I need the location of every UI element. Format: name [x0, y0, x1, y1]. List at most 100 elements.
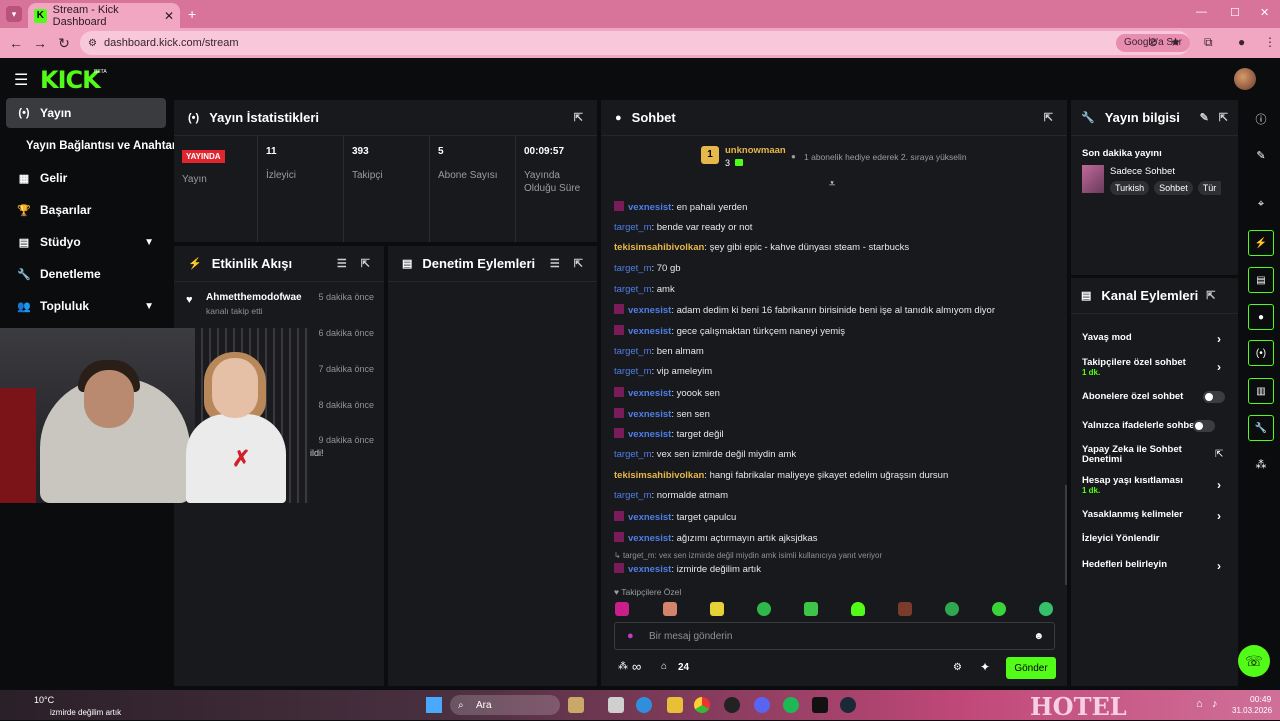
chrome-icon[interactable] [694, 697, 710, 713]
sidebar-item-studyo[interactable]: ▤ Stüdyo ▼ [6, 227, 166, 257]
filter-icon[interactable]: ☰ [550, 257, 560, 270]
clock-date[interactable]: 31.03.2026 [1232, 706, 1272, 715]
emote-icon[interactable] [1039, 602, 1053, 616]
action-account-age[interactable]: Hesap yaşı kısıtlaması 1 dk. › [1082, 475, 1227, 495]
spotify-icon[interactable] [783, 697, 799, 713]
minimize-button[interactable]: — [1196, 6, 1207, 18]
chat-user[interactable]: vexnesist [628, 202, 671, 213]
chat-user[interactable]: vexnesist [628, 388, 671, 399]
chat-user[interactable]: target_m [614, 449, 652, 460]
chat-user[interactable]: target_m [614, 366, 652, 377]
chat-user[interactable]: vexnesist [628, 512, 671, 523]
chat-user[interactable]: vexnesist [628, 305, 671, 316]
chat-message-input[interactable]: ● Bir mesaj gönderin ☻ [614, 622, 1055, 650]
filter-icon[interactable]: ☰ [337, 257, 347, 270]
emote-icon[interactable] [615, 602, 629, 616]
stream-info-rail-button[interactable]: 🔧 [1248, 415, 1274, 441]
more-apps-icon[interactable]: ⁂ [1248, 458, 1274, 471]
moderation-rail-button[interactable]: ▤ [1248, 267, 1274, 293]
bookmark-star-icon[interactable]: ★ [1170, 35, 1181, 49]
sidebar-item-gelir[interactable]: ▦ Gelir [6, 163, 166, 193]
support-chat-button[interactable]: ☏ [1238, 645, 1270, 677]
chat-scrollbar[interactable] [1065, 485, 1067, 585]
sidebar-item-basarilar[interactable]: 🏆 Başarılar [6, 195, 166, 225]
profile-icon[interactable]: ● [1238, 35, 1245, 49]
toggle-switch[interactable] [1193, 420, 1215, 432]
edit-pencil-icon[interactable]: ✎ [1200, 111, 1209, 124]
popout-icon[interactable]: ⇱ [1206, 289, 1215, 302]
chat-user[interactable]: tekisimsahibivolkan [614, 242, 704, 253]
sidebar-item-yayin[interactable]: (•) Yayın [6, 98, 166, 128]
chat-user[interactable]: vexnesist [628, 409, 671, 420]
settings-gear-icon[interactable]: ⚙ [953, 662, 962, 673]
github-icon[interactable] [724, 697, 740, 713]
chat-user[interactable]: target_m [614, 346, 652, 357]
windows-start-icon[interactable] [426, 697, 442, 713]
eye-off-icon[interactable]: ⊘ [1148, 35, 1158, 49]
volume-icon[interactable]: ♪ [1212, 698, 1218, 710]
emote-icon[interactable] [663, 602, 677, 616]
emoji-icon[interactable]: ☻ [1033, 631, 1044, 642]
sidebar-item-stream-key[interactable]: Yayın Bağlantısı ve Anahtarı [26, 131, 186, 161]
window-close-button[interactable]: ✕ [1260, 6, 1269, 19]
collapse-pinned-icon[interactable]: ⩡ [829, 178, 835, 191]
chat-user[interactable]: tekisimsahibivolkan [614, 470, 704, 481]
tab-list-button[interactable]: ▾ [6, 6, 22, 22]
chat-user[interactable]: target_m [614, 284, 652, 295]
chat-user[interactable]: target_m [614, 490, 652, 501]
action-goals[interactable]: Hedefleri belirleyin › [1082, 559, 1227, 573]
action-followers-only[interactable]: Takipçilere özel sohbet 1 dk. › [1082, 357, 1227, 377]
app-icon[interactable] [568, 697, 584, 713]
popout-icon[interactable]: ⇱ [361, 257, 370, 270]
emote-icon[interactable] [710, 602, 724, 616]
action-subscribers-only[interactable]: Abonelere özel sohbet [1082, 391, 1227, 403]
emote-icon[interactable] [851, 602, 865, 616]
weather-temp[interactable]: 10°C [34, 695, 54, 705]
discord-icon[interactable] [754, 697, 770, 713]
forward-arrow-icon[interactable]: → [28, 35, 52, 51]
user-avatar[interactable] [1234, 68, 1256, 90]
hamburger-menu-icon[interactable]: ☰ [14, 70, 28, 90]
popout-icon[interactable]: ⇱ [574, 111, 583, 124]
pinned-user[interactable]: unknowmaan [725, 145, 786, 156]
explorer-icon[interactable] [667, 697, 683, 713]
focus-icon[interactable]: ⌖ [1248, 198, 1274, 211]
kick-logo[interactable]: KICK [40, 66, 101, 94]
send-button[interactable]: Gönder [1006, 657, 1056, 679]
users-icon[interactable]: ⁂ [618, 661, 628, 672]
toggle-switch[interactable] [1203, 391, 1225, 403]
emote-icon[interactable] [898, 602, 912, 616]
emote-icon[interactable] [992, 602, 1006, 616]
microphone-icon[interactable]: ● [627, 630, 634, 642]
popout-icon[interactable]: ⇱ [1219, 111, 1228, 124]
reload-icon[interactable]: ↻ [52, 35, 76, 52]
edge-icon[interactable] [636, 697, 652, 713]
network-icon[interactable]: ⌂ [1196, 698, 1203, 710]
chat-user[interactable]: vexnesist [628, 533, 671, 544]
popout-icon[interactable]: ⇱ [574, 257, 583, 270]
app-icon[interactable] [608, 697, 624, 713]
pencil-icon[interactable]: ✎ [1248, 149, 1274, 162]
store-icon[interactable]: ⌂ [661, 661, 667, 672]
events-rail-button[interactable]: ⚡ [1248, 230, 1274, 256]
emote-icon[interactable] [945, 602, 959, 616]
popout-icon[interactable]: ⇱ [1044, 111, 1053, 124]
back-arrow-icon[interactable]: ← [4, 35, 28, 51]
epic-games-icon[interactable] [812, 697, 828, 713]
chat-user[interactable]: vexnesist [628, 564, 671, 575]
sidebar-item-denetleme[interactable]: 🔧 Denetleme [6, 259, 166, 289]
emote-icon[interactable] [757, 602, 771, 616]
puzzle-icon[interactable]: ✦ [980, 660, 990, 674]
url-field[interactable]: ⚙ dashboard.kick.com/stream [80, 31, 1190, 55]
browser-menu-icon[interactable]: ⋮ [1264, 35, 1276, 49]
info-icon[interactable]: ⓘ [1248, 111, 1274, 127]
sidebar-item-topluluk[interactable]: 👥 Topluluk ▼ [6, 291, 166, 321]
chat-user[interactable]: vexnesist [628, 429, 671, 440]
extensions-icon[interactable]: ⧉ [1204, 35, 1213, 50]
chat-rail-button[interactable]: ● [1248, 304, 1274, 330]
tag-chip[interactable]: Sohbet [1154, 181, 1193, 195]
actions-rail-button[interactable]: ▥ [1248, 378, 1274, 404]
action-ai-moderation[interactable]: Yapay Zeka ile Sohbet Denetimi [1082, 445, 1202, 465]
emote-icon[interactable] [804, 602, 818, 616]
broadcast-rail-button[interactable]: (•) [1248, 340, 1274, 366]
